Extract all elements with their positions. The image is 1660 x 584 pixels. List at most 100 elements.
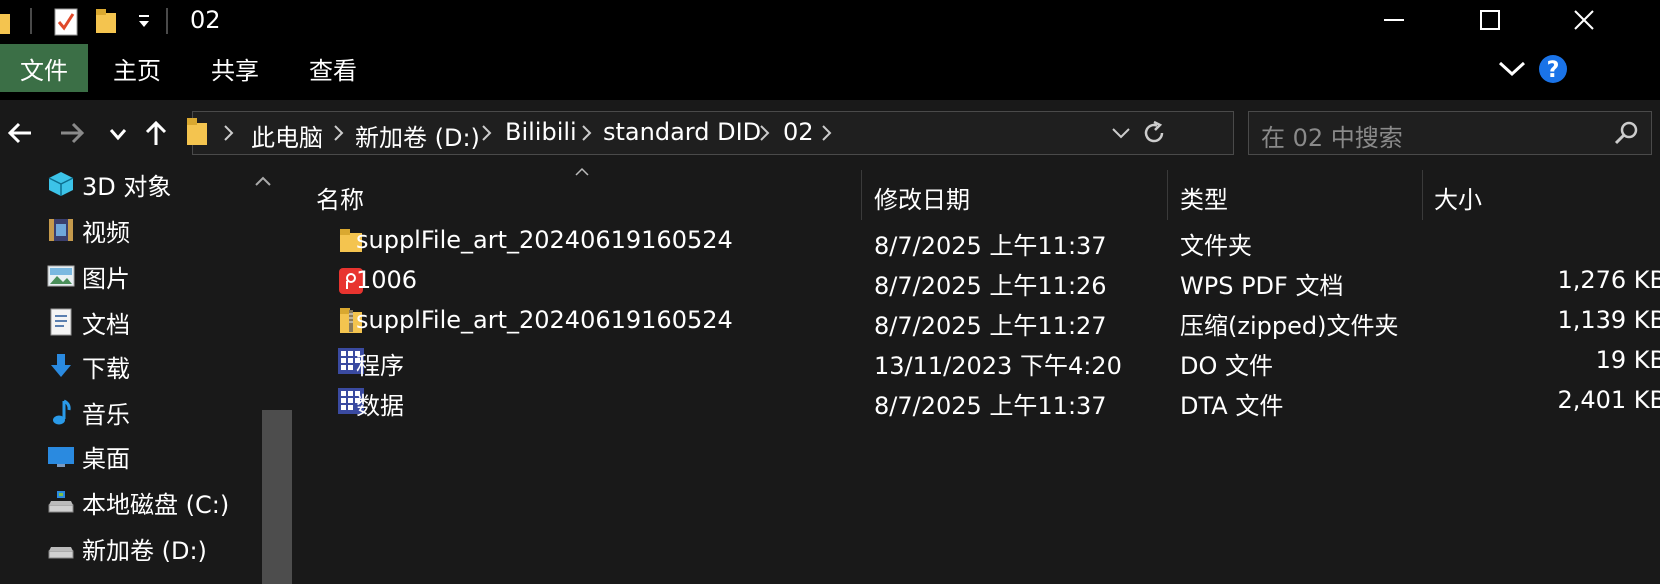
search-placeholder: 在 02 中搜索	[1261, 124, 1403, 152]
file-size: 1,139 KB	[1557, 306, 1660, 334]
refresh-icon[interactable]	[1141, 120, 1167, 150]
svg-text:?: ?	[1547, 58, 1560, 83]
minimize-button[interactable]	[1346, 0, 1442, 44]
table-row[interactable]: supplFile_art_20240619160524 8/7/2025 上午…	[296, 220, 1660, 262]
column-divider[interactable]	[1422, 170, 1423, 220]
folder-icon	[0, 10, 12, 40]
column-header-size[interactable]: 大小	[1434, 180, 1482, 215]
sort-ascending-icon	[574, 162, 590, 181]
expand-ribbon-icon[interactable]	[1498, 60, 1526, 82]
column-header-name[interactable]: 名称	[316, 180, 364, 215]
maximize-button[interactable]	[1442, 0, 1538, 44]
close-icon	[1573, 9, 1595, 35]
column-header-modified[interactable]: 修改日期	[874, 180, 970, 215]
tab-share[interactable]: 共享	[194, 44, 276, 92]
sidebar-item-label: 音乐	[82, 400, 130, 429]
divider	[30, 8, 32, 34]
sidebar-item-label: 新加卷 (D:)	[82, 536, 207, 565]
sidebar-item-drive-d[interactable]: 新加卷 (D:)	[46, 528, 207, 568]
sidebar-item-downloads[interactable]: 下载	[46, 346, 130, 386]
breadcrumb-drive-d[interactable]: 新加卷 (D:)	[355, 118, 480, 153]
help-icon[interactable]: ?	[1538, 54, 1568, 88]
address-bar[interactable]: 此电脑 新加卷 (D:) Bilibili standard DID 02	[187, 111, 1234, 155]
breadcrumb-this-pc[interactable]: 此电脑	[251, 118, 323, 153]
new-folder-icon[interactable]	[96, 9, 118, 39]
search-input[interactable]: 在 02 中搜索	[1248, 111, 1652, 155]
file-size: 19 KB	[1595, 346, 1660, 374]
pictures-icon	[46, 261, 76, 291]
chevron-right-icon[interactable]	[821, 124, 833, 146]
music-icon	[46, 397, 76, 427]
videos-icon	[46, 215, 76, 245]
column-divider[interactable]	[1167, 170, 1168, 220]
scrollbar-thumb[interactable]	[262, 410, 292, 584]
up-arrow-icon	[145, 120, 167, 150]
chevron-right-icon[interactable]	[481, 124, 493, 146]
sidebar-item-local-disk-c[interactable]: 本地磁盘 (C:)	[46, 482, 229, 522]
sidebar-item-3d-objects[interactable]: 3D 对象	[46, 164, 171, 204]
chevron-right-icon[interactable]	[759, 124, 771, 146]
file-name: 程序	[356, 352, 404, 380]
file-modified: 8/7/2025 上午11:27	[874, 312, 1107, 340]
scroll-up-icon[interactable]	[254, 172, 272, 191]
chevron-right-icon[interactable]	[581, 124, 593, 146]
navigation-pane: 3D 对象 视频 图片 文档 下载 音乐 桌面 本地磁盘 (C:) 新加卷 (D…	[0, 170, 296, 584]
table-row[interactable]: 1006 8/7/2025 上午11:26 WPS PDF 文档 1,276 K…	[296, 260, 1660, 302]
forward-button[interactable]	[52, 114, 92, 156]
documents-icon	[46, 307, 76, 337]
tab-file[interactable]: 文件	[0, 44, 88, 92]
recent-locations-button[interactable]	[98, 114, 138, 156]
3d-objects-icon	[46, 169, 76, 199]
downloads-icon	[46, 351, 76, 381]
file-list: 名称 修改日期 类型 大小 supplFile_art_202406191605…	[296, 167, 1660, 584]
ribbon-tabs: 文件 主页 共享 查看 ?	[0, 44, 1660, 100]
tab-home[interactable]: 主页	[96, 44, 178, 92]
properties-icon[interactable]	[54, 8, 78, 40]
chevron-right-icon[interactable]	[333, 124, 345, 146]
file-modified: 8/7/2025 上午11:26	[874, 272, 1107, 300]
table-row[interactable]: 程序 13/11/2023 下午4:20 DO 文件 19 KB	[296, 340, 1660, 382]
back-button[interactable]	[0, 114, 40, 156]
search-icon	[1613, 120, 1639, 150]
chevron-right-icon[interactable]	[223, 124, 235, 146]
file-type: DO 文件	[1180, 352, 1273, 380]
table-row[interactable]: 数据 8/7/2025 上午11:37 DTA 文件 2,401 KB	[296, 380, 1660, 422]
breadcrumb-bilibili[interactable]: Bilibili	[505, 118, 577, 146]
file-modified: 8/7/2025 上午11:37	[874, 232, 1107, 260]
navigation-bar: 此电脑 新加卷 (D:) Bilibili standard DID 02 在 …	[0, 100, 1660, 170]
file-size: 2,401 KB	[1557, 386, 1660, 414]
customize-toolbar-icon[interactable]	[136, 12, 152, 36]
sidebar-item-desktop[interactable]: 桌面	[46, 436, 130, 476]
tab-view[interactable]: 查看	[292, 44, 374, 92]
file-modified: 13/11/2023 下午4:20	[874, 352, 1122, 380]
maximize-icon	[1479, 9, 1501, 35]
table-row[interactable]: supplFile_art_20240619160524 8/7/2025 上午…	[296, 300, 1660, 342]
file-size: 1,276 KB	[1557, 266, 1660, 294]
sidebar-item-label: 视频	[82, 218, 130, 247]
file-name: 数据	[356, 392, 404, 420]
sidebar-item-label: 文档	[82, 310, 130, 339]
back-arrow-icon	[7, 122, 33, 148]
close-button[interactable]	[1536, 0, 1632, 44]
sidebar-item-documents[interactable]: 文档	[46, 302, 130, 342]
column-divider[interactable]	[861, 170, 862, 220]
file-type: DTA 文件	[1180, 392, 1284, 420]
up-button[interactable]	[136, 114, 176, 156]
sidebar-item-videos[interactable]: 视频	[46, 210, 130, 250]
sidebar-item-label: 桌面	[82, 444, 130, 473]
chevron-down-icon	[109, 126, 127, 145]
desktop-icon	[46, 441, 76, 471]
file-type: 压缩(zipped)文件夹	[1180, 312, 1399, 340]
breadcrumb-standard-did[interactable]: standard DID	[603, 118, 761, 146]
sidebar-item-pictures[interactable]: 图片	[46, 256, 130, 296]
column-header-type[interactable]: 类型	[1180, 180, 1228, 215]
divider	[166, 8, 168, 34]
sidebar-item-label: 图片	[82, 264, 130, 293]
sidebar-item-music[interactable]: 音乐	[46, 392, 130, 432]
file-type: WPS PDF 文档	[1180, 272, 1344, 300]
sidebar-item-label: 本地磁盘 (C:)	[82, 490, 230, 519]
file-name: supplFile_art_20240619160524	[356, 306, 733, 334]
address-history-chevron-icon[interactable]	[1111, 126, 1131, 145]
sidebar-item-label: 3D 对象	[82, 172, 172, 201]
breadcrumb-current-folder[interactable]: 02	[783, 118, 814, 146]
